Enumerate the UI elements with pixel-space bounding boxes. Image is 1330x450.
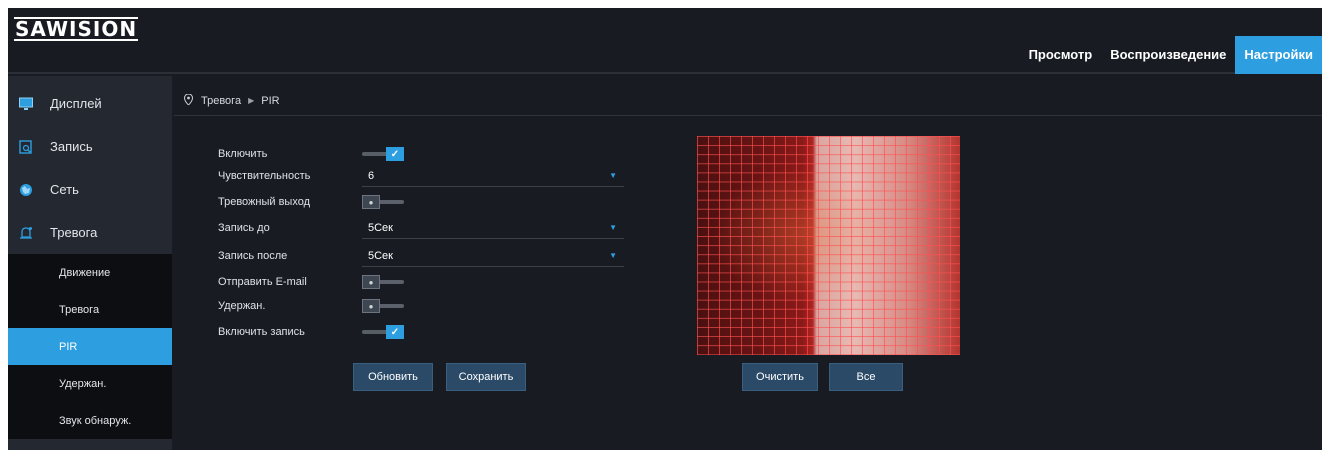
logo-text: SAWISION <box>14 17 139 41</box>
sidebar-item-label: Сеть <box>50 182 79 197</box>
sidebar-item-label: Тревога <box>50 225 98 240</box>
row-alarm-out: Тревожный выход ● <box>218 191 404 213</box>
sidebar-subitem-motion[interactable]: Движение <box>8 254 172 291</box>
enable-label: Включить <box>218 148 268 160</box>
select-all-button[interactable]: Все <box>829 363 903 391</box>
alarm-out-toggle[interactable]: ● <box>362 195 404 209</box>
alarm-out-label: Тревожный выход <box>218 196 311 208</box>
main-nav: Просмотр Воспроизведение Настройки <box>1020 36 1322 74</box>
sidebar: Дисплей Запись Сеть Тревога Движение Тре… <box>8 76 172 450</box>
enable-record-toggle[interactable]: ✓ <box>362 325 404 339</box>
sensitivity-select[interactable]: 6 ▼ <box>362 165 624 187</box>
sensitivity-value: 6 <box>368 169 375 182</box>
breadcrumb-item[interactable]: Тревога <box>201 95 241 107</box>
alarm-bell-icon <box>19 226 33 240</box>
nav-live-view[interactable]: Просмотр <box>1020 36 1102 74</box>
sidebar-subitem-tamper[interactable]: Удержан. <box>8 365 172 402</box>
clear-button[interactable]: Очистить <box>742 363 818 391</box>
check-icon: ✓ <box>386 147 404 161</box>
post-record-select[interactable]: 5Сек ▼ <box>362 245 624 267</box>
pre-record-value: 5Сек <box>368 221 393 234</box>
email-label: Отправить E-mail <box>218 276 307 288</box>
check-icon: ✓ <box>386 325 404 339</box>
alarm-submenu: Движение Тревога PIR Удержан. Звук обнар… <box>8 254 172 439</box>
sidebar-item-alarm[interactable]: Тревога <box>8 211 172 254</box>
enable-toggle[interactable]: ✓ <box>362 147 404 161</box>
pir-area-grid[interactable] <box>697 136 960 355</box>
row-hold: Удержан. ● <box>218 295 404 317</box>
row-email: Отправить E-mail ● <box>218 271 404 293</box>
post-record-label: Запись после <box>218 250 288 262</box>
sidebar-subitem-alarm[interactable]: Тревога <box>8 291 172 328</box>
off-dot-icon: ● <box>362 195 380 209</box>
row-enable-record: Включить запись ✓ <box>218 321 404 343</box>
off-dot-icon: ● <box>362 275 380 289</box>
sidebar-subitem-sound-detect[interactable]: Звук обнаруж. <box>8 402 172 439</box>
breadcrumb-current: PIR <box>261 94 280 107</box>
sensitivity-label: Чувствительность <box>218 170 311 182</box>
location-pin-icon <box>183 92 194 108</box>
app-window: SAWISION Просмотр Воспроизведение Настро… <box>8 8 1322 450</box>
caret-down-icon: ▼ <box>609 171 617 180</box>
sidebar-item-network[interactable]: Сеть <box>8 168 172 211</box>
breadcrumb-separator-icon: ▶ <box>248 96 255 105</box>
monitor-icon <box>19 97 33 111</box>
refresh-button[interactable]: Обновить <box>353 363 433 391</box>
sidebar-subitem-pir[interactable]: PIR <box>8 328 172 365</box>
nav-playback[interactable]: Воспроизведение <box>1101 36 1235 74</box>
pre-record-select[interactable]: 5Сек ▼ <box>362 217 624 239</box>
caret-down-icon: ▼ <box>609 223 617 232</box>
record-icon <box>19 139 33 154</box>
nav-settings[interactable]: Настройки <box>1235 36 1322 74</box>
row-post-record: Запись после 5Сек ▼ <box>218 245 624 267</box>
header-bar: SAWISION Просмотр Воспроизведение Настро… <box>8 8 1322 74</box>
row-pre-record: Запись до 5Сек ▼ <box>218 217 624 239</box>
row-enable: Включить ✓ <box>218 143 404 165</box>
breadcrumb: Тревога ▶ PIR <box>174 86 1322 116</box>
network-icon <box>19 183 33 197</box>
hold-label: Удержан. <box>218 300 266 312</box>
sidebar-item-label: Запись <box>50 139 93 154</box>
enable-record-label: Включить запись <box>218 326 305 338</box>
email-toggle[interactable]: ● <box>362 275 404 289</box>
brand-logo: SAWISION <box>14 16 139 42</box>
sidebar-item-display[interactable]: Дисплей <box>8 82 172 125</box>
off-dot-icon: ● <box>362 299 380 313</box>
caret-down-icon: ▼ <box>609 251 617 260</box>
sidebar-item-record[interactable]: Запись <box>8 125 172 168</box>
hold-toggle[interactable]: ● <box>362 299 404 313</box>
save-button[interactable]: Сохранить <box>446 363 526 391</box>
sidebar-item-label: Дисплей <box>50 96 102 111</box>
row-sensitivity: Чувствительность 6 ▼ <box>218 165 624 187</box>
post-record-value: 5Сек <box>368 249 393 262</box>
pre-record-label: Запись до <box>218 222 270 234</box>
